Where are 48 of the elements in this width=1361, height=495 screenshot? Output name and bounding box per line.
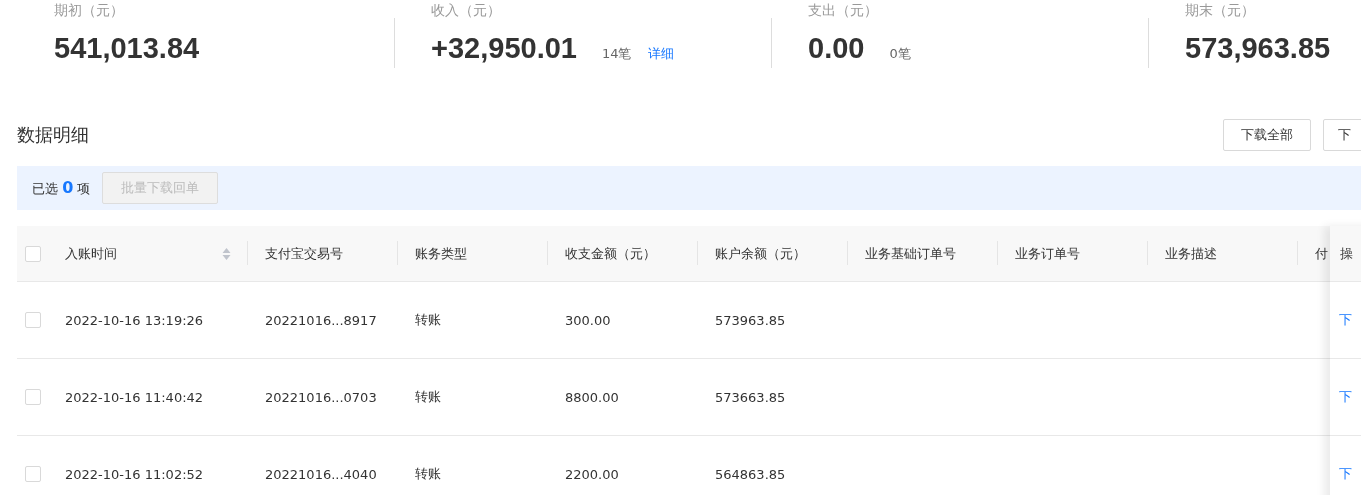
stat-value: +32,950.01	[431, 32, 577, 65]
table-cell: 转账	[415, 388, 441, 406]
table-cell: 573963.85	[715, 312, 786, 328]
table-cell: 8800.00	[565, 389, 619, 405]
column-header: 入账时间	[65, 244, 117, 263]
column-header: 业务描述	[1165, 244, 1217, 263]
stat-value: 541,013.84	[54, 32, 200, 65]
transaction-count: 14笔	[601, 45, 632, 63]
section-title: 数据明细	[17, 123, 89, 147]
table-cell: 转账	[415, 311, 441, 329]
stat-label: 期初（元）	[54, 1, 125, 20]
transaction-count: 0笔	[889, 45, 911, 63]
stat-value: 573,963.85	[1185, 32, 1331, 65]
column-header: 收支金额（元）	[565, 244, 656, 263]
table-cell: 300.00	[565, 312, 611, 328]
download-link[interactable]: 下	[1339, 465, 1352, 483]
column-header: 付	[1315, 244, 1328, 263]
column-header: 操	[1340, 244, 1353, 263]
table-cell: 2022-10-16 11:02:52	[65, 466, 204, 482]
details-link[interactable]: 详细	[647, 45, 674, 63]
table-cell: 564863.85	[715, 466, 786, 482]
table-cell: 573663.85	[715, 389, 786, 405]
table-cell: 20221016...8917	[265, 312, 377, 328]
download-button[interactable]: 下	[1323, 119, 1361, 151]
stat-value: 0.00	[808, 32, 865, 65]
row-checkbox[interactable]	[25, 389, 41, 405]
column-header: 支付宝交易号	[265, 244, 343, 263]
select-all-checkbox[interactable]	[25, 245, 41, 262]
column-header: 业务订单号	[1015, 244, 1080, 263]
row-checkbox[interactable]	[25, 312, 41, 328]
column-header: 账务类型	[415, 244, 467, 263]
table-cell: 2022-10-16 13:19:26	[65, 312, 204, 328]
column-header: 账户余额（元）	[715, 244, 806, 263]
stat-label: 期末（元）	[1185, 1, 1256, 20]
column-header: 业务基础订单号	[865, 244, 956, 263]
download-link[interactable]: 下	[1339, 311, 1352, 329]
download-button[interactable]: 下载全部	[1223, 119, 1311, 151]
download-link[interactable]: 下	[1339, 388, 1352, 406]
table-cell: 2022-10-16 11:40:42	[65, 389, 204, 405]
table-cell: 2200.00	[565, 466, 619, 482]
table-cell: 转账	[415, 465, 441, 483]
sort-icon[interactable]	[222, 246, 231, 261]
table-cell: 20221016...0703	[265, 389, 377, 405]
stat-label: 支出（元）	[808, 1, 879, 20]
table-cell: 20221016...4040	[265, 466, 377, 482]
row-checkbox[interactable]	[25, 466, 41, 482]
stat-label: 收入（元）	[431, 1, 502, 20]
selection-count: 已选 0 项	[32, 178, 91, 198]
